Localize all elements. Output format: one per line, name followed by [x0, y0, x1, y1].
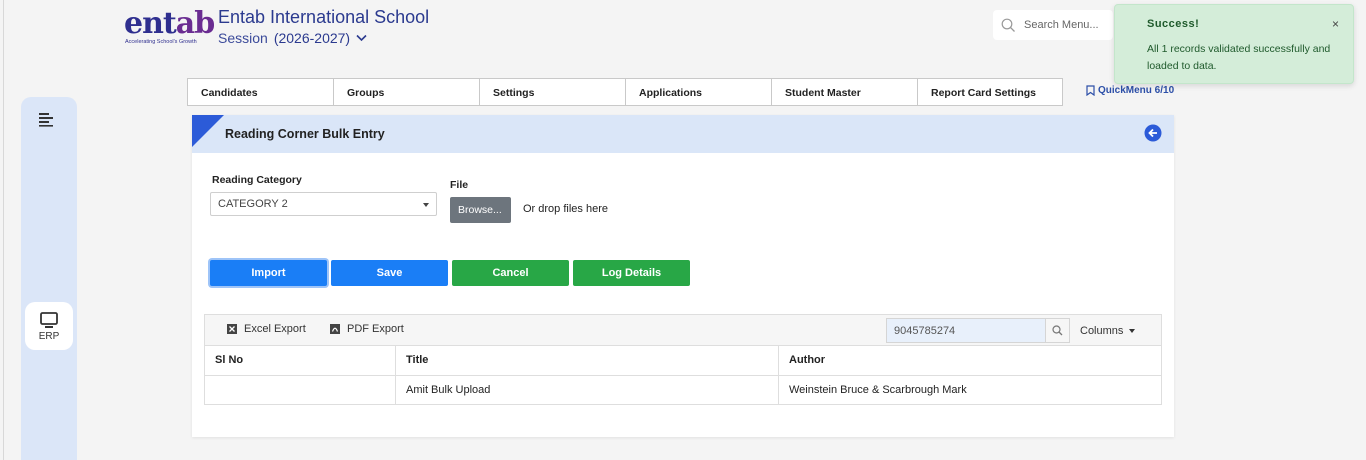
erp-label: ERP: [38, 330, 60, 342]
quickmenu-link[interactable]: QuickMenu 6/10: [1086, 85, 1174, 96]
caret-down-icon: [1129, 329, 1136, 333]
search-placeholder: Search Menu...: [1024, 19, 1099, 31]
card-header: Reading Corner Bulk Entry: [192, 115, 1174, 153]
left-rail: ERP: [21, 97, 77, 460]
logo-tagline: Accelerating School's Growth: [125, 39, 197, 45]
log-details-button[interactable]: Log Details: [573, 260, 690, 286]
save-button[interactable]: Save: [331, 260, 448, 286]
data-grid: Excel Export PDF Export 9045785274 Colum…: [204, 314, 1162, 405]
reading-category-label: Reading Category: [212, 174, 302, 186]
cell-sl-no: [205, 376, 396, 405]
tab-report-card-settings[interactable]: Report Card Settings: [917, 78, 1063, 106]
window-edge: [3, 0, 4, 460]
tab-student-master[interactable]: Student Master: [771, 78, 917, 106]
excel-icon: [227, 324, 237, 334]
back-arrow-icon[interactable]: [1144, 124, 1162, 142]
quickmenu-label: QuickMenu 6/10: [1098, 85, 1175, 96]
columns-menu[interactable]: Columns: [1080, 325, 1136, 337]
search-icon: [1052, 325, 1063, 336]
reading-category-select[interactable]: CATEGORY 2: [210, 192, 437, 216]
header-corner-accent: [192, 115, 224, 147]
grid-search-button[interactable]: [1045, 318, 1070, 343]
pdf-icon: [330, 324, 340, 334]
monitor-icon: [40, 311, 58, 328]
erp-button[interactable]: ERP: [25, 302, 73, 350]
tab-applications[interactable]: Applications: [625, 78, 771, 106]
file-label: File: [450, 179, 469, 191]
pdf-export-button[interactable]: PDF Export: [330, 323, 404, 335]
cell-title: Amit Bulk Upload: [396, 376, 779, 405]
tab-candidates[interactable]: Candidates: [187, 78, 333, 106]
menu-toggle-icon[interactable]: [38, 111, 54, 127]
pdf-export-label: PDF Export: [347, 323, 404, 335]
school-name: Entab International School: [218, 7, 430, 27]
tab-settings[interactable]: Settings: [479, 78, 625, 106]
columns-label: Columns: [1080, 325, 1124, 337]
entab-logo: entab Accelerating School's Growth: [124, 6, 215, 48]
column-header-author[interactable]: Author: [779, 346, 1161, 376]
toast-title: Success!: [1147, 18, 1200, 30]
bookmark-icon: [1086, 85, 1095, 96]
reading-category-value: CATEGORY 2: [218, 198, 288, 210]
grid-search-input[interactable]: 9045785274: [886, 318, 1046, 343]
tab-groups[interactable]: Groups: [333, 78, 479, 106]
cancel-button[interactable]: Cancel: [452, 260, 569, 286]
drop-zone-text[interactable]: Or drop files here: [523, 203, 608, 215]
grid-toolbar: Excel Export PDF Export 9045785274 Colum…: [205, 315, 1161, 346]
logo-wordmark: entab: [124, 6, 215, 42]
success-toast: Success! × All 1 records validated succe…: [1114, 4, 1354, 84]
session-year: (2026-2027): [273, 30, 351, 46]
bulk-entry-card: Reading Corner Bulk Entry Reading Catego…: [192, 115, 1174, 437]
excel-export-button[interactable]: Excel Export: [227, 323, 306, 335]
import-button[interactable]: Import: [210, 260, 327, 286]
column-header-title[interactable]: Title: [396, 346, 779, 376]
session-selector[interactable]: Session (2026-2027): [218, 30, 367, 46]
excel-export-label: Excel Export: [244, 323, 306, 335]
chevron-down-icon: [356, 34, 367, 42]
cell-author: Weinstein Bruce & Scarbrough Mark: [789, 384, 967, 396]
page-title: Reading Corner Bulk Entry: [225, 127, 385, 141]
logo-text-part2: ab: [175, 6, 215, 41]
module-tabs: Candidates Groups Settings Applications …: [187, 78, 1063, 106]
logo-text-part1: ent: [124, 6, 177, 41]
toast-close-icon[interactable]: ×: [1332, 17, 1339, 31]
column-header-sl-no[interactable]: Sl No: [205, 346, 396, 376]
search-menu-input[interactable]: Search Menu...: [993, 10, 1113, 40]
toast-message: All 1 records validated successfully and…: [1147, 43, 1331, 72]
browse-button[interactable]: Browse...: [450, 197, 511, 223]
session-label: Session: [218, 30, 268, 46]
search-icon: [1001, 18, 1015, 32]
caret-down-icon: [423, 203, 429, 207]
